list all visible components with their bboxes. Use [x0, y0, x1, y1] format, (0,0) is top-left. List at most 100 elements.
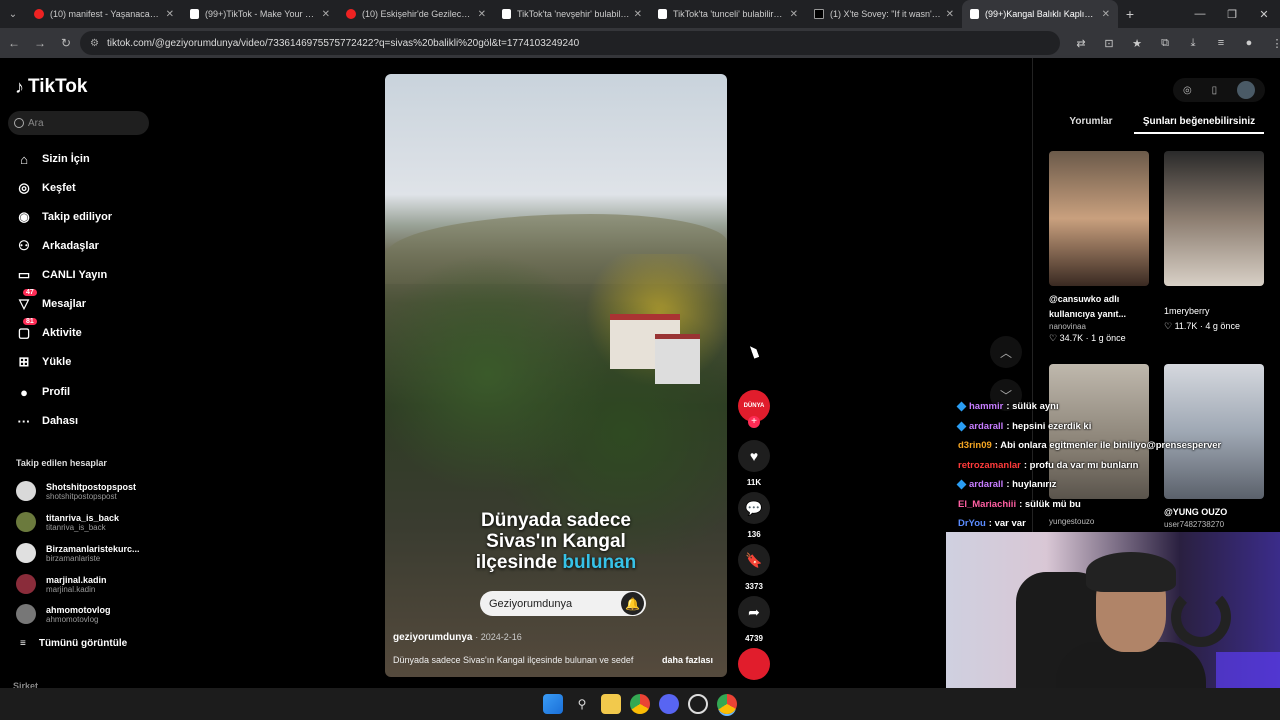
like-button[interactable]: ♥ 11K — [738, 440, 770, 487]
browser-tab[interactable]: (99+)TikTok - Make Your Day ✕ — [182, 0, 338, 28]
save-button[interactable]: 🔖 3373 — [738, 544, 770, 591]
tiktok-icon — [190, 9, 199, 19]
close-window-icon[interactable]: ✕ — [1248, 0, 1280, 28]
nav-more[interactable]: ··· Dahası — [15, 410, 79, 432]
nav-label: Aktivite — [42, 327, 82, 339]
nav-following[interactable]: ◉ Takip ediliyor — [15, 206, 112, 228]
video-thumbnail[interactable] — [1049, 151, 1149, 286]
followed-account[interactable]: Birzamanlaristekurc... birzamanlariste — [16, 543, 140, 563]
nav-for-you[interactable]: ⌂ Sizin İçin — [15, 148, 90, 170]
browser-tab[interactable]: TikTok'ta 'nevşehir' bulabilirsin ✕ — [494, 0, 650, 28]
reload-icon[interactable]: ↻ — [54, 31, 78, 55]
discord-icon[interactable] — [659, 694, 679, 714]
followed-account[interactable]: Shotshitpostopspost shotshitpostopspost — [16, 481, 136, 501]
compass-icon[interactable]: ◎ — [1183, 85, 1192, 96]
caption-line: ilçesinde — [475, 552, 558, 573]
tiktok-logo[interactable]: ♪ TikTok — [15, 76, 87, 98]
followed-account[interactable]: ahmomotovlog ahmomotovlog — [16, 604, 111, 624]
browser-tab[interactable]: (10) Eskişehir'de Gezilecek Yerl ✕ — [338, 0, 494, 28]
obs-icon[interactable] — [688, 694, 708, 714]
windows-start-icon[interactable] — [543, 694, 563, 714]
follow-plus-icon[interactable]: + — [748, 416, 760, 428]
chat-text: : sülük aynı — [1006, 401, 1059, 413]
top-toolbar: ◎ ▯ — [1173, 78, 1265, 102]
back-icon[interactable]: ← — [2, 31, 26, 55]
file-explorer-icon[interactable] — [601, 694, 621, 714]
card-author[interactable]: 1meryberry — [1164, 304, 1264, 319]
chrome-icon[interactable] — [630, 694, 650, 714]
follow-pill[interactable]: Geziyorumdunya 🔔 — [480, 591, 646, 616]
menu-icon[interactable]: ⋮ — [1266, 31, 1280, 55]
previous-video-button[interactable]: ︿ — [990, 336, 1022, 368]
close-icon[interactable]: ✕ — [946, 9, 954, 20]
install-icon[interactable]: ⊡ — [1098, 31, 1120, 55]
bell-icon[interactable]: 🔔 — [621, 592, 644, 615]
more-icon: ··· — [17, 413, 31, 429]
video-author[interactable]: geziyorumdunya — [393, 632, 472, 643]
upload-icon: ⊞ — [18, 354, 30, 369]
close-icon[interactable]: ✕ — [322, 9, 330, 20]
close-icon[interactable]: ✕ — [1102, 9, 1110, 20]
extensions-icon[interactable]: ⧉ — [1154, 31, 1176, 55]
browser-tab[interactable]: TikTok'ta 'tunceli' bulabilirsiniz ✕ — [650, 0, 806, 28]
translate-icon[interactable]: ⇄ — [1070, 31, 1092, 55]
creator-avatar-button[interactable]: DÜNYA + — [738, 390, 770, 428]
card-author[interactable]: nanovinaa — [1049, 322, 1149, 331]
search-icon — [14, 118, 24, 128]
share-button[interactable]: ➦ 4739 — [738, 596, 770, 643]
sound-disc-button[interactable] — [738, 648, 770, 680]
minimize-icon[interactable]: — — [1184, 0, 1216, 28]
tab-comments[interactable]: Yorumlar — [1048, 110, 1134, 134]
browser-tab-active[interactable]: (99+)Kangal Balıklı Kaplıcası - S ✕ — [962, 0, 1118, 28]
nav-friends[interactable]: ⚇ Arkadaşlar — [15, 235, 99, 257]
video-card[interactable]: @cansuwko adlı kullanıcıya yanıt... nano… — [1049, 151, 1149, 344]
video-player[interactable]: Dünyada sadece Sivas'ın Kangal ilçesinde… — [385, 74, 727, 677]
nav-messages[interactable]: ▽ 47 Mesajlar — [15, 289, 86, 315]
badge-icon — [956, 401, 967, 412]
tab-you-may-like[interactable]: Şunları beğenebilirsiniz — [1134, 110, 1264, 134]
reading-list-icon[interactable]: ≡ — [1210, 31, 1232, 55]
close-icon[interactable]: ✕ — [478, 9, 486, 20]
nav-live[interactable]: ▭ CANLI Yayın — [15, 264, 107, 286]
profile-avatar[interactable] — [1237, 81, 1256, 99]
close-icon[interactable]: ✕ — [166, 9, 174, 20]
caption-line: Sivas'ın Kangal — [486, 531, 626, 552]
right-panel-tabs: Yorumlar Şunları beğenebilirsiniz — [1048, 110, 1268, 134]
maximize-icon[interactable]: ❐ — [1216, 0, 1248, 28]
bookmark-star-icon[interactable]: ★ — [1126, 31, 1148, 55]
nav-upload[interactable]: ⊞ Yükle — [15, 351, 72, 373]
more-link[interactable]: daha fazlası — [662, 655, 713, 665]
nav-explore[interactable]: ◎ Keşfet — [15, 177, 75, 199]
device-icon[interactable]: ▯ — [1212, 85, 1218, 96]
browser-tab[interactable]: (1) X'te Sovey: "If it wasn't for w ✕ — [806, 0, 962, 28]
tab-title: (99+)TikTok - Make Your Day — [205, 9, 318, 19]
chat-user: El_Mariachiii — [958, 498, 1017, 510]
comment-button[interactable]: 💬 136 — [738, 492, 770, 539]
nav-activity[interactable]: ▢ 81 Aktivite — [15, 318, 82, 344]
chat-user: d3rin09 — [958, 440, 992, 452]
chat-text: : Abi onlara egitmenler ile biniliyo@pre… — [994, 440, 1222, 452]
search-icon[interactable]: ⚲ — [572, 694, 592, 714]
browser-tab[interactable]: (10) manifest - Yaşanacaksa | O ✕ — [26, 0, 182, 28]
followed-account[interactable]: titanriva_is_back titanriva_is_back — [16, 512, 119, 532]
chat-text: : var var — [988, 518, 1026, 530]
see-all-button[interactable]: ≡ Tümünü görüntüle — [20, 638, 127, 649]
new-tab-button[interactable]: + — [1118, 6, 1142, 22]
followed-account[interactable]: marjinal.kadin marjinal.kadin — [16, 574, 107, 594]
avatar — [16, 604, 36, 624]
search-input[interactable]: Ara — [8, 111, 149, 135]
url-input[interactable]: ⚙ tiktok.com/@geziyorumdunya/video/73361… — [80, 31, 1060, 55]
search-placeholder: Ara — [28, 117, 44, 129]
download-icon[interactable]: ⤓ — [1182, 31, 1204, 55]
site-info-icon[interactable]: ⚙ — [90, 38, 99, 49]
video-thumbnail[interactable] — [1164, 151, 1264, 286]
chrome-active-icon[interactable] — [717, 694, 737, 714]
close-icon[interactable]: ✕ — [634, 9, 642, 20]
video-card[interactable]: 1meryberry ♡ 11.7K · 4 g önce — [1164, 151, 1264, 332]
tab-search-button[interactable]: ⌄ — [0, 0, 26, 28]
logo-text: TikTok — [28, 76, 88, 97]
close-icon[interactable]: ✕ — [790, 9, 798, 20]
profile-icon[interactable]: ● — [1238, 31, 1260, 55]
nav-profile[interactable]: ● Profil — [15, 381, 70, 403]
forward-icon[interactable]: → — [28, 31, 52, 55]
